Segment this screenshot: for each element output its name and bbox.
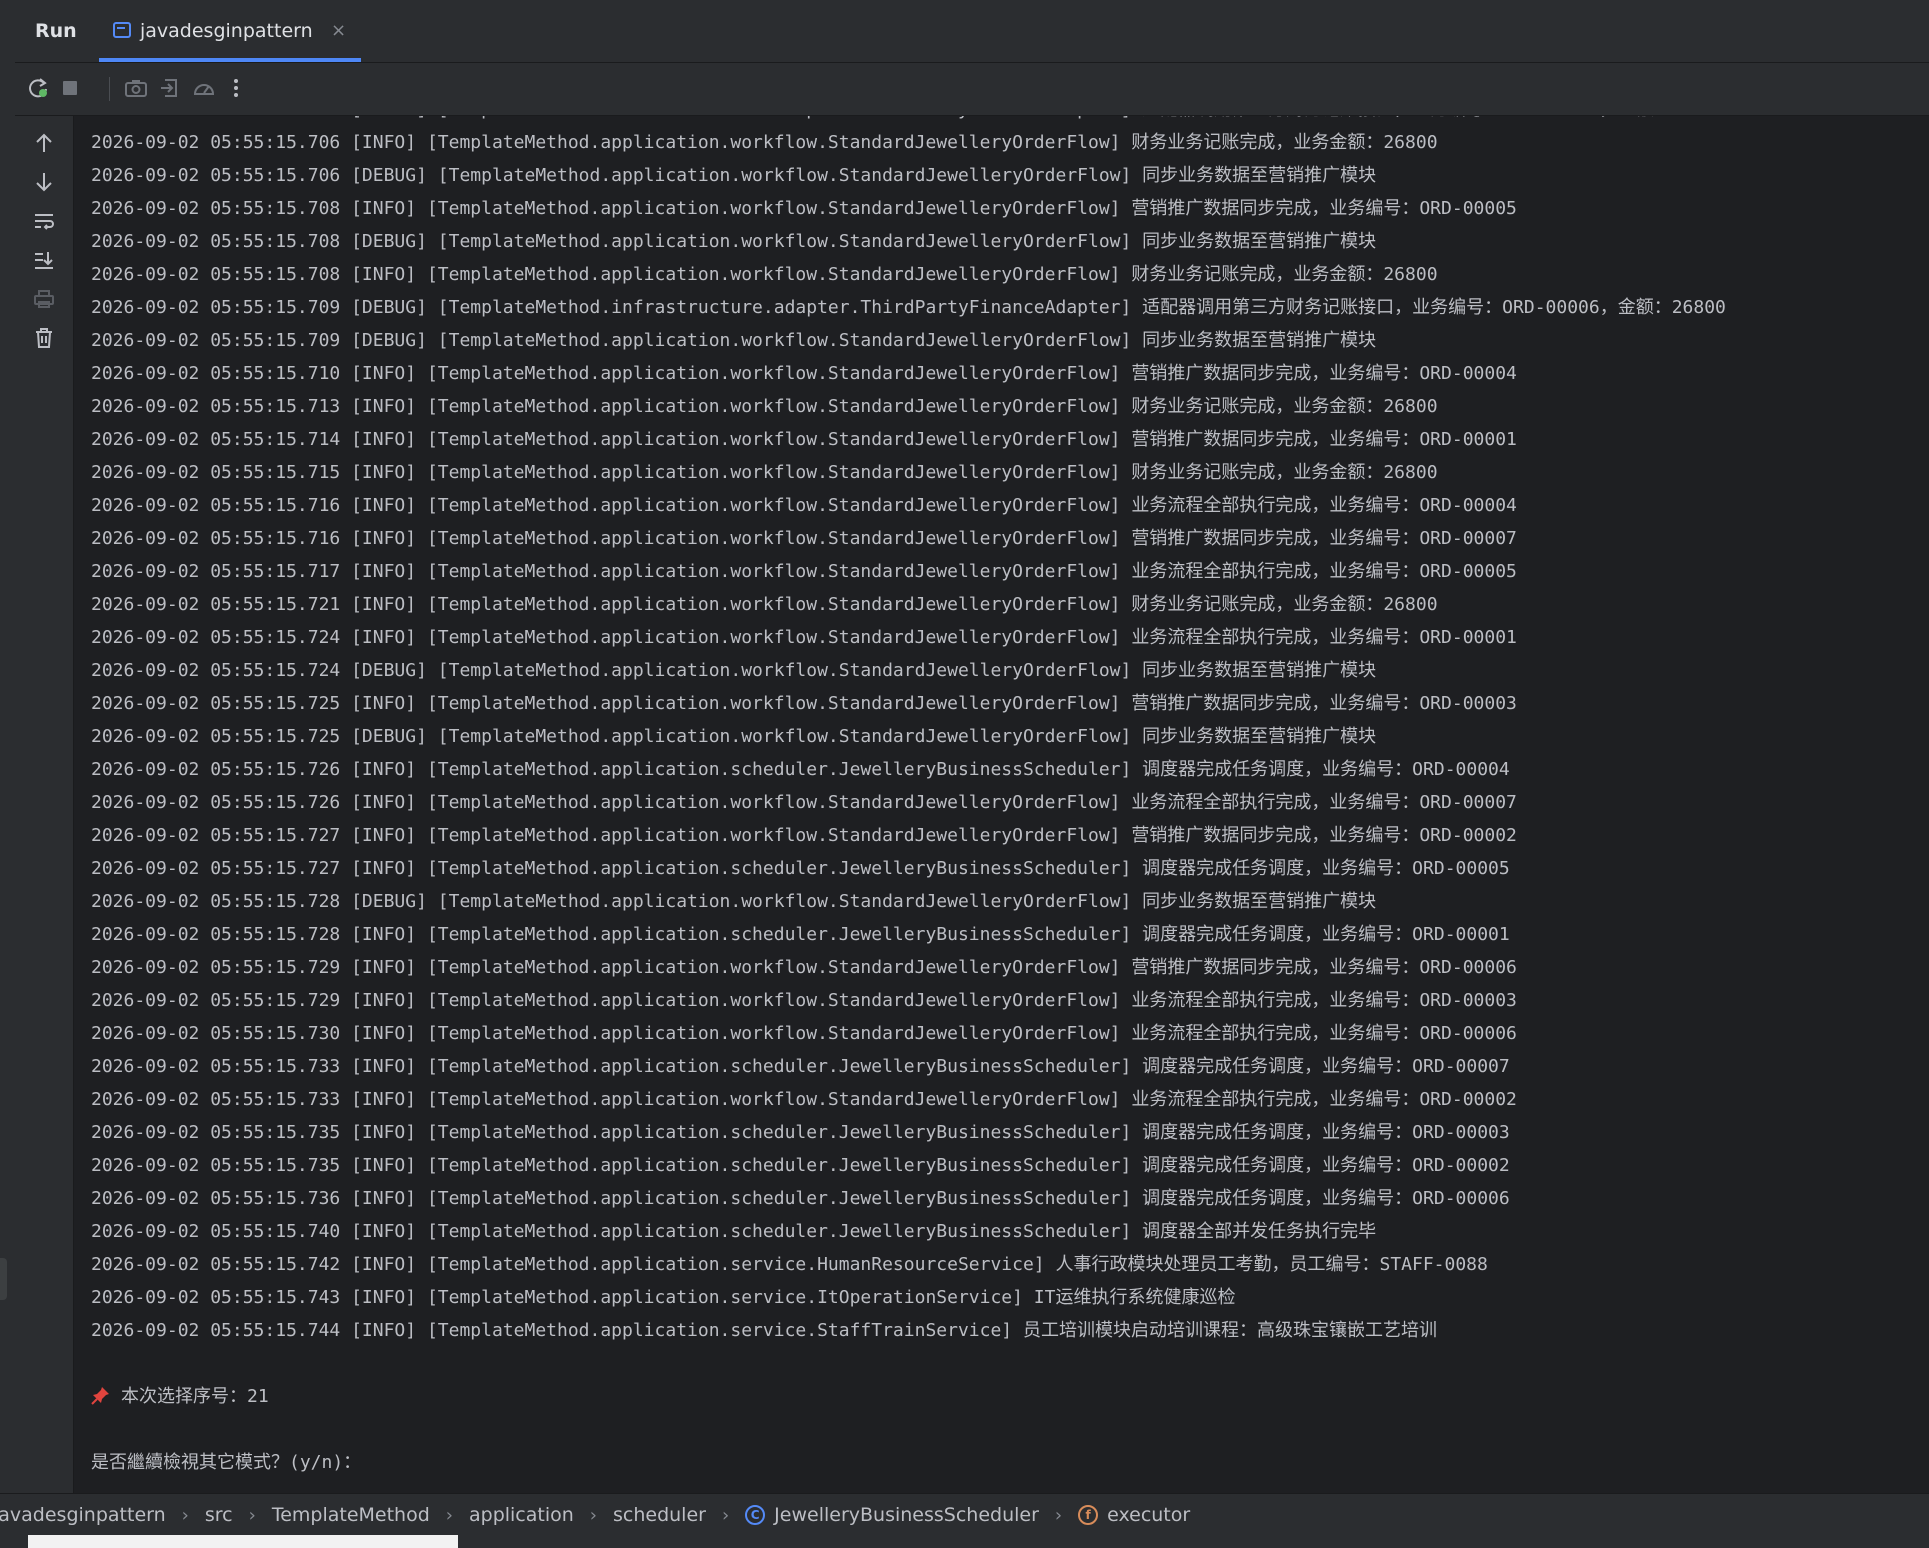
status-input-field[interactable]: [28, 1535, 458, 1548]
console-line: 2026-09-02 05:55:15.717 [INFO] [Template…: [91, 561, 1517, 582]
console-line: 2026-09-02 05:55:15.706 [INFO] [Template…: [91, 132, 1438, 153]
run-toolbar: [15, 63, 1929, 116]
console-line: 2026-09-02 05:55:15.727 [INFO] [Template…: [91, 858, 1510, 879]
console-line: 2026-09-02 05:55:15.706 [DEBUG] [Templat…: [91, 165, 1377, 186]
console-line: 2026-09-02 05:55:15.727 [INFO] [Template…: [91, 825, 1517, 846]
run-window-title: Run: [35, 20, 77, 42]
prompt-line: 是否繼續檢視其它模式？(y/n)：: [91, 1452, 362, 1473]
breadcrumb-separator: ›: [1054, 1504, 1063, 1526]
selection-line: 本次选择序号：21: [91, 1380, 1929, 1413]
tab-javadesginpattern[interactable]: javadesginpattern ×: [99, 0, 361, 62]
console-line: 2026-09-02 05:55:15.729 [INFO] [Template…: [91, 990, 1517, 1011]
class-icon: C: [745, 1505, 766, 1525]
breadcrumb-item[interactable]: TemplateMethod: [272, 1504, 430, 1526]
trash-icon[interactable]: [31, 325, 57, 351]
console-line-partial: 2026-09-02 05:55:15.706 [DEBUG] [Templat…: [91, 116, 1929, 126]
breadcrumb-separator: ›: [248, 1504, 256, 1526]
soft-wrap-icon[interactable]: [31, 208, 57, 234]
console-line: 2026-09-02 05:55:15.728 [INFO] [Template…: [91, 924, 1510, 945]
breadcrumb-label: src: [204, 1504, 233, 1526]
screenshot-icon[interactable]: [123, 75, 149, 101]
run-tool-window-header: Run javadesginpattern ×: [15, 0, 1929, 63]
print-icon[interactable]: [31, 286, 57, 312]
breadcrumb-label: JewelleryBusinessScheduler: [774, 1504, 1039, 1526]
active-tab-indicator: [99, 58, 361, 62]
rerun-icon[interactable]: [25, 75, 51, 101]
console-line: 2026-09-02 05:55:15.729 [INFO] [Template…: [91, 957, 1517, 978]
field-icon: f: [1078, 1505, 1099, 1525]
pushpin-icon: [91, 1380, 111, 1413]
console-icon: [113, 22, 131, 38]
close-icon[interactable]: ×: [331, 20, 346, 41]
console-line: 2026-09-02 05:55:15.709 [DEBUG] [Templat…: [91, 330, 1377, 351]
console-lines: 2026-09-02 05:55:15.706 [DEBUG] [Templat…: [91, 116, 1929, 1479]
console-line: 2026-09-02 05:55:15.708 [INFO] [Template…: [91, 264, 1438, 285]
toolbar-separator: [109, 77, 110, 101]
console-line: 2026-09-02 05:55:15.730 [INFO] [Template…: [91, 1023, 1517, 1044]
console-line: 2026-09-02 05:55:15.740 [INFO] [Template…: [91, 1221, 1377, 1242]
console-line: 2026-09-02 05:55:15.721 [INFO] [Template…: [91, 594, 1438, 615]
console-line: 2026-09-02 05:55:15.713 [INFO] [Template…: [91, 396, 1438, 417]
arrow-down-icon[interactable]: [31, 169, 57, 195]
console-line: 2026-09-02 05:55:15.733 [INFO] [Template…: [91, 1056, 1510, 1077]
breadcrumb: javadesginpattern › src › TemplateMethod › app…: [0, 1493, 1929, 1536]
more-icon[interactable]: [223, 75, 249, 101]
breadcrumb-label: TemplateMethod: [271, 1504, 430, 1526]
console-line: 2026-09-02 05:55:15.724 [INFO] [Template…: [91, 627, 1517, 648]
breadcrumb-item[interactable]: f executor: [1078, 1504, 1190, 1526]
breadcrumb-label: scheduler: [613, 1504, 706, 1526]
breadcrumb-item[interactable]: application: [469, 1504, 574, 1526]
console-line: 2026-09-02 05:55:15.716 [INFO] [Template…: [91, 495, 1517, 516]
tab-label: javadesginpattern: [140, 20, 313, 42]
selection-text: 本次选择序号：21: [121, 1386, 269, 1407]
breadcrumb-separator: ›: [721, 1504, 730, 1526]
console-line: 2026-09-02 05:55:15.710 [INFO] [Template…: [91, 363, 1517, 384]
export-icon[interactable]: [157, 75, 183, 101]
breadcrumb-item[interactable]: scheduler: [613, 1504, 706, 1526]
console-line: 2026-09-02 05:55:15.726 [INFO] [Template…: [91, 792, 1517, 813]
breadcrumb-separator: ›: [445, 1504, 453, 1526]
console-line: 2026-09-02 05:55:15.716 [INFO] [Template…: [91, 528, 1517, 549]
coverage-icon[interactable]: [191, 75, 217, 101]
arrow-up-icon[interactable]: [31, 130, 57, 156]
breadcrumb-item[interactable]: C JewelleryBusinessScheduler: [745, 1504, 1039, 1526]
left-tool-strip: [0, 0, 16, 1493]
console-side-toolbar: [15, 116, 74, 1493]
console-line: 2026-09-02 05:55:15.735 [INFO] [Template…: [91, 1122, 1510, 1143]
breadcrumb-separator: ›: [589, 1504, 597, 1526]
console-line: 2026-09-02 05:55:15.743 [INFO] [Template…: [91, 1287, 1236, 1308]
console-line: 2026-09-02 05:55:15.708 [DEBUG] [Templat…: [91, 231, 1377, 252]
console-line: 2026-09-02 05:55:15.742 [INFO] [Template…: [91, 1254, 1488, 1275]
scroll-to-end-icon[interactable]: [31, 247, 57, 273]
breadcrumb-separator: ›: [181, 1504, 189, 1526]
console-line: 2026-09-02 05:55:15.725 [INFO] [Template…: [91, 693, 1517, 714]
console-output[interactable]: 2026-09-02 05:55:15.706 [DEBUG] [Templat…: [74, 116, 1929, 1493]
breadcrumb-label: application: [468, 1504, 574, 1526]
console-line: 2026-09-02 05:55:15.715 [INFO] [Template…: [91, 462, 1438, 483]
console-line: 2026-09-02 05:55:15.733 [INFO] [Template…: [91, 1089, 1517, 1110]
panel-resize-handle[interactable]: [0, 1258, 7, 1300]
console-line: 2026-09-02 05:55:15.725 [DEBUG] [Templat…: [91, 726, 1377, 747]
console-line: 2026-09-02 05:55:15.708 [INFO] [Template…: [91, 198, 1517, 219]
console-line: 2026-09-02 05:55:15.744 [INFO] [Template…: [91, 1320, 1437, 1341]
console-line: 2026-09-02 05:55:15.724 [DEBUG] [Templat…: [91, 660, 1377, 681]
console-line: 2026-09-02 05:55:15.726 [INFO] [Template…: [91, 759, 1510, 780]
console-line: 2026-09-02 05:55:15.736 [INFO] [Template…: [91, 1188, 1510, 1209]
console-line: 2026-09-02 05:55:15.709 [DEBUG] [Templat…: [91, 297, 1726, 318]
console-line: 2026-09-02 05:55:15.728 [DEBUG] [Templat…: [91, 891, 1377, 912]
breadcrumb-label: executor: [1107, 1504, 1191, 1526]
breadcrumb-label: javadesginpattern: [0, 1504, 166, 1526]
log-line-list: 2026-09-02 05:55:15.706 [INFO] [Template…: [91, 126, 1929, 1347]
breadcrumb-item[interactable]: javadesginpattern: [0, 1504, 166, 1526]
breadcrumb-item[interactable]: src: [205, 1504, 233, 1526]
console-line: 2026-09-02 05:55:15.735 [INFO] [Template…: [91, 1155, 1510, 1176]
stop-icon[interactable]: [57, 75, 83, 101]
status-bar: [0, 1535, 1929, 1548]
console-line: 2026-09-02 05:55:15.714 [INFO] [Template…: [91, 429, 1517, 450]
